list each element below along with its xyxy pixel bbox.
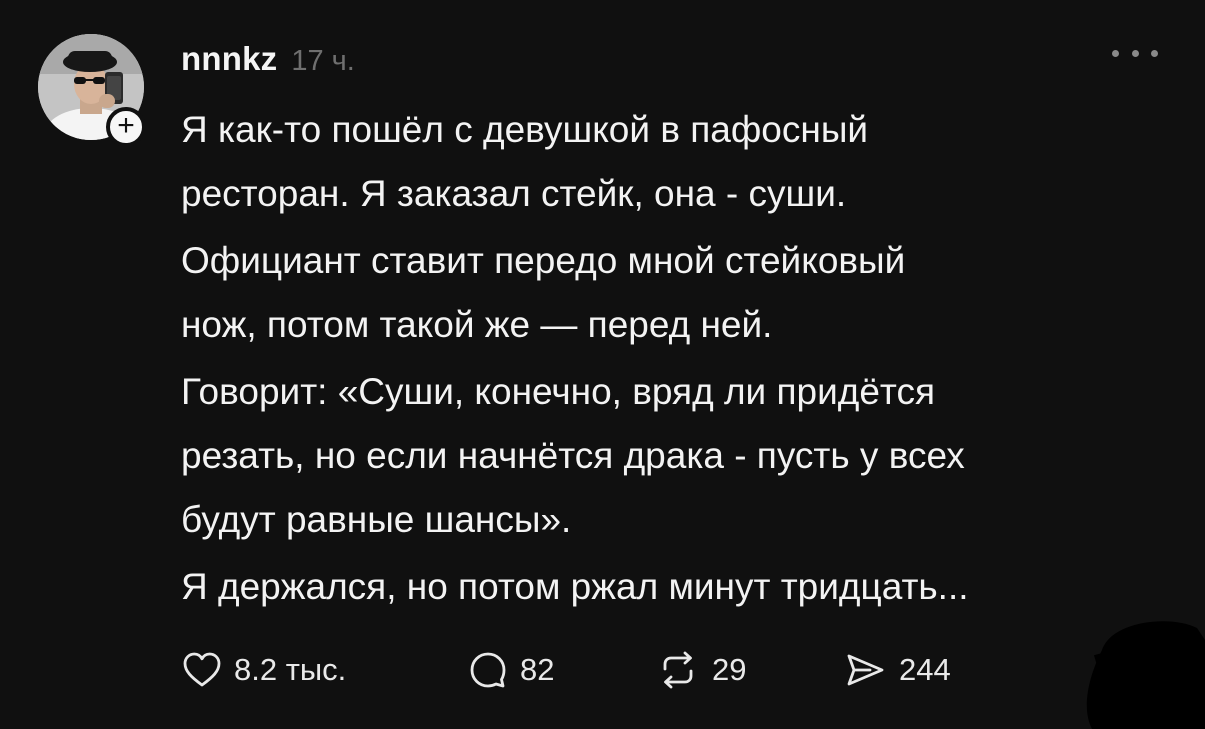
redaction-scribble	[1086, 621, 1205, 729]
text-line: нож, потом такой же — перед ней.	[181, 304, 773, 345]
more-dots-icon[interactable]	[1112, 38, 1158, 68]
more-dot	[1151, 49, 1158, 57]
like-count: 8.2 тыс.	[234, 652, 347, 687]
text-line: Официант ставит передо мной стейковый	[181, 240, 906, 281]
text-line: будут равные шансы».	[181, 499, 572, 540]
reply-count: 82	[520, 652, 555, 687]
reply-button[interactable]: 82	[468, 648, 554, 692]
author-avatar-group[interactable]: +	[38, 34, 146, 147]
more-dot	[1112, 49, 1119, 57]
text-line: резать, но если начнётся драка - пусть у…	[181, 435, 965, 476]
username[interactable]: nnnkz	[181, 40, 277, 78]
follow-plus-icon[interactable]: +	[106, 107, 146, 147]
like-button[interactable]: 8.2 тыс.	[182, 648, 346, 692]
share-button[interactable]: 244	[843, 648, 951, 692]
heart-icon	[183, 652, 221, 687]
post-header: nnnkz 17 ч.	[181, 40, 355, 80]
text-line: Я как-то пошёл с девушкой в пафосный	[181, 109, 869, 150]
send-icon	[847, 654, 884, 686]
repost-button[interactable]: 29	[656, 648, 746, 692]
post-time: 17 ч.	[291, 45, 355, 77]
text-line: Говорит: «Суши, конечно, вряд ли придётс…	[181, 371, 936, 412]
thread-post: + nnnkz 17 ч. Я как-то пошёл с девушкой …	[0, 0, 1205, 729]
more-dot	[1131, 49, 1139, 57]
text-line: ресторан. Я заказал стейк, она - суши.	[181, 173, 847, 214]
post-text: Я как-то пошёл с девушкой в пафосный рес…	[181, 98, 1181, 619]
share-count: 244	[899, 652, 951, 687]
comment-bubble-icon	[470, 652, 506, 688]
text-line: Я держался, но потом ржал минут тридцать…	[181, 566, 969, 607]
repost-count: 29	[712, 652, 747, 687]
repost-arrows-icon	[663, 651, 693, 689]
